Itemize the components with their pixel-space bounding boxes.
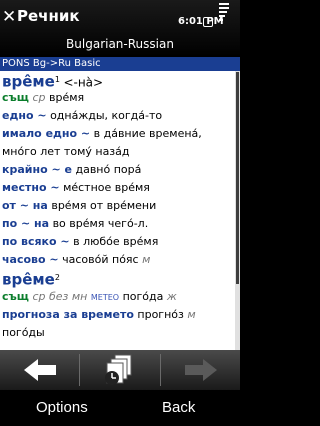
phrase-translation: вре́мя от вре́мени (51, 199, 157, 212)
phrase-translation: в да́вние времена́, (93, 127, 202, 140)
headword: вре̂ме (2, 72, 55, 91)
entry-content[interactable]: вре̂ме1 <-на̀> същ ср вре́мя едно ~ одна… (0, 71, 240, 350)
close-icon[interactable]: ✕ (2, 9, 16, 26)
dictionary-direction: Bulgarian-Russian (66, 37, 174, 51)
phrase-line: прогноза за времето прогно́з м (2, 306, 196, 324)
phrase-source: по ~ на (2, 217, 50, 230)
notification-icon (203, 17, 213, 27)
phrase-line: по ~ на во вре́мя чего́-л. (2, 215, 148, 233)
phrase-source: имало едно ~ (2, 127, 91, 140)
headword: вре̂ме (2, 270, 55, 289)
gender: ср (32, 290, 46, 303)
dictionary-name-bar: PONS Bg->Ru Basic (0, 57, 240, 71)
phrase-gender: м (142, 253, 151, 266)
phrase-line: едно ~ одна́жды, когда́-то (2, 107, 162, 125)
scrollbar-thumb[interactable] (236, 72, 239, 284)
phrase-translation: часово́й по́яс (62, 253, 139, 266)
grammar-note: без мн (48, 290, 88, 303)
signal-strength-icon (219, 3, 229, 33)
phrase-source: от ~ на (2, 199, 48, 212)
phrase-translation: давно́ пора́ (75, 163, 142, 176)
part-of-speech: същ (2, 290, 29, 303)
phrase-translation: в любо́е вре́мя (73, 235, 159, 248)
phrase-line: крайно ~ е давно́ пора́ (2, 161, 141, 179)
back-arrow-icon (24, 359, 56, 381)
phrase-line: имало едно ~ в да́вние времена́, (2, 125, 202, 143)
history-icon (105, 354, 132, 385)
part-of-speech: същ (2, 91, 29, 104)
phrase-translation: пого́ды (2, 326, 45, 339)
entry-pos-line: същ ср без мн МЕТЕО пого́да ж (2, 288, 177, 307)
phrase-line: по всяко ~ в любо́е вре́мя (2, 233, 158, 251)
back-button[interactable] (0, 350, 79, 390)
phrase-source: часово ~ (2, 253, 59, 266)
app-title: Речник (17, 7, 80, 25)
dictionary-name: PONS Bg->Ru Basic (2, 58, 101, 69)
phrase-line: часово ~ часово́й по́яс м (2, 251, 150, 269)
phrase-source: крайно ~ е (2, 163, 72, 176)
phrase-source: по всяко ~ (2, 235, 70, 248)
phrase-translation: во вре́мя чего́-л. (52, 217, 149, 230)
phrase-source: прогноза за времето (2, 308, 134, 321)
title-bar: ✕ Речник 6:01 PM Bulgarian-Russian (0, 0, 240, 57)
phrase-source: местно ~ (2, 181, 60, 194)
translation: пого́да (122, 290, 164, 303)
history-button[interactable] (80, 350, 160, 390)
phrase-source: едно ~ (2, 109, 47, 122)
homograph-number: 1 (54, 75, 60, 84)
toolbar (0, 350, 240, 390)
back-softkey[interactable]: Back (162, 398, 195, 418)
homograph-number: 2 (54, 273, 60, 282)
entry-pos-line: същ ср вре́мя (2, 89, 84, 107)
forward-arrow-icon (185, 359, 217, 381)
gender: ср (32, 91, 46, 104)
phrase-line: от ~ на вре́мя от вре́мени (2, 197, 156, 215)
phrase-gender: м (187, 308, 196, 321)
domain-label: МЕТЕО (90, 293, 120, 302)
translation-gender: ж (166, 290, 177, 303)
phrase-translation: ме́стное вре́мя (63, 181, 150, 194)
phrase-line: местно ~ ме́стное вре́мя (2, 179, 150, 197)
forward-button[interactable] (161, 350, 240, 390)
phrase-translation: мно́го лет тому́ наза́д (2, 145, 130, 158)
phrase-translation: одна́жды, когда́-то (50, 109, 163, 122)
options-softkey[interactable]: Options (36, 398, 88, 418)
softkey-bar: Options Back (0, 390, 240, 426)
pronunciation: <-на̀> (63, 75, 104, 90)
translation: вре́мя (48, 91, 85, 104)
phrase-line: пого́ды (2, 324, 45, 342)
phrase-translation: прогно́з (137, 308, 184, 321)
phrase-line: мно́го лет тому́ наза́д (2, 143, 130, 161)
clock: 6:01 PM (178, 16, 224, 27)
